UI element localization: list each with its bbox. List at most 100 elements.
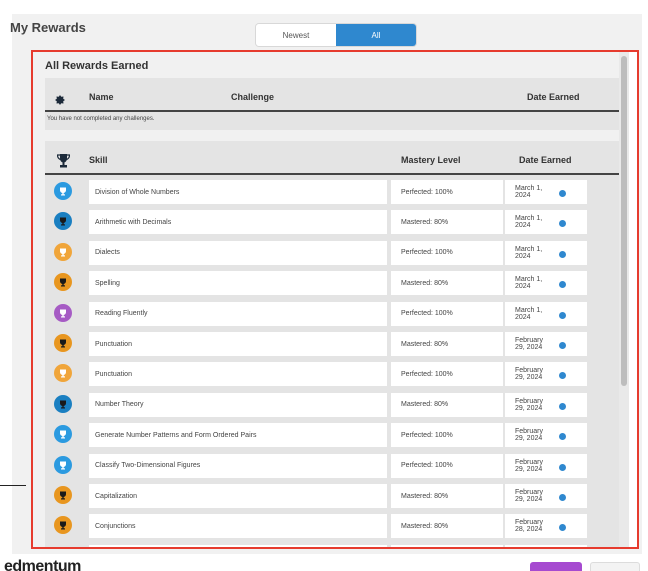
newest-button[interactable]: Newest	[256, 24, 336, 46]
reward-badge-icon	[54, 516, 72, 535]
info-icon[interactable]	[559, 494, 566, 501]
skill-name: Arithmetic with Decimals	[89, 210, 387, 235]
reward-badge-icon	[54, 212, 72, 231]
trophy-icon	[57, 154, 70, 168]
date-earned: February 29, 2024	[515, 337, 544, 351]
skill-name	[89, 544, 387, 547]
info-icon[interactable]	[559, 311, 566, 319]
brand-logo: edmentum	[4, 558, 81, 571]
skill-name: Number Theory	[89, 392, 387, 417]
info-icon[interactable]	[559, 190, 566, 197]
footer-button-secondary[interactable]	[590, 562, 640, 571]
page-title: My Rewards	[10, 20, 86, 35]
date-earned-cell: February 29, 2024	[505, 362, 587, 387]
date-earned: March 1, 2024	[515, 185, 543, 199]
reward-badge-icon	[54, 425, 72, 444]
date-earned: February 29, 2024	[515, 458, 544, 473]
mastery-level: Perfected: 100%	[391, 301, 503, 326]
info-icon[interactable]	[559, 402, 566, 410]
skill-name: Division of Whole Numbers	[89, 180, 387, 204]
mastery-level: Perfected: 100%	[391, 240, 503, 265]
divider	[0, 485, 26, 486]
table-row: Capitalization Mastered: 80% February 29, …	[45, 482, 621, 510]
reward-badge-icon	[54, 242, 72, 261]
mastery-level: Perfected: 100%	[391, 180, 503, 204]
skill-name: Spelling	[89, 271, 387, 296]
column-skill: Skill	[89, 155, 108, 165]
mastery-level: Mastered: 80%	[391, 484, 503, 508]
date-earned-cell: February 28, 2024	[505, 514, 587, 539]
rewards-content: All Rewards Earned Name Challenge Date E…	[33, 52, 629, 547]
footer-button[interactable]	[530, 562, 582, 571]
scrollbar[interactable]	[619, 52, 629, 547]
reward-badge-icon	[54, 486, 72, 504]
mastery-level	[391, 544, 503, 547]
date-earned: February 28, 2024	[515, 519, 544, 534]
skill-name: Punctuation	[89, 362, 387, 387]
column-challenge: Challenge	[231, 92, 275, 102]
challenges-table: Name Challenge Date Earned You have not …	[45, 78, 621, 130]
date-earned: March 1, 2024	[515, 215, 543, 230]
table-row: Conjunctions Mastered: 80% February 28, 20…	[45, 512, 621, 540]
column-date-earned: Date Earned	[519, 155, 572, 165]
mastery-level: Perfected: 100%	[391, 423, 503, 448]
table-row: February	[45, 543, 621, 547]
challenge-seal-icon	[55, 95, 65, 105]
date-earned: February 29, 2024	[515, 428, 544, 443]
column-date-earned: Date Earned	[527, 92, 580, 102]
table-row: Spelling Mastered: 80% March 1, 2024	[45, 269, 621, 297]
skills-table: Skill Mastery Level Date Earned Division…	[45, 141, 621, 547]
skills-header: Skill Mastery Level Date Earned	[45, 141, 621, 175]
mastery-level: Mastered: 80%	[391, 392, 503, 417]
date-earned-cell: March 1, 2024	[505, 180, 587, 204]
date-earned: March 1, 2024	[515, 306, 543, 321]
table-row: Punctuation Perfected: 100% February 29, 2…	[45, 360, 621, 388]
column-mastery-level: Mastery Level	[401, 155, 461, 165]
date-earned-cell: March 1, 2024	[505, 301, 587, 326]
rewards-highlight-frame: All Rewards Earned Name Challenge Date E…	[31, 50, 639, 549]
info-icon[interactable]	[559, 463, 566, 471]
reward-badge-icon	[54, 455, 72, 474]
scrollbar-thumb[interactable]	[621, 56, 627, 386]
reward-badge-icon	[54, 303, 72, 322]
table-row: Number Theory Mastered: 80% February 29, 2…	[45, 391, 621, 419]
date-earned-cell: February 29, 2024	[505, 484, 587, 508]
skill-name: Generate Number Patterns and Form Ordere…	[89, 423, 387, 448]
mastery-level: Perfected: 100%	[391, 362, 503, 387]
table-row: Punctuation Mastered: 80% February 29, 202…	[45, 330, 621, 358]
reward-badge-icon	[54, 182, 72, 200]
reward-badge-icon	[54, 334, 72, 352]
rewards-page: My Rewards Newest All All Rewards Earned…	[0, 0, 648, 571]
table-row: Dialects Perfected: 100% March 1, 2024	[45, 239, 621, 267]
section-title: All Rewards Earned	[45, 60, 149, 72]
date-earned: February 29, 2024	[515, 367, 544, 382]
skill-name: Reading Fluently	[89, 301, 387, 326]
reward-badge-icon	[54, 364, 72, 383]
skill-name: Dialects	[89, 240, 387, 265]
empty-challenges-message: You have not completed any challenges.	[47, 116, 155, 122]
info-icon[interactable]	[559, 342, 566, 349]
mastery-level: Mastered: 80%	[391, 514, 503, 539]
date-earned: March 1, 2024	[515, 245, 543, 260]
date-earned-cell: February 29, 2024	[505, 392, 587, 417]
date-earned-cell: February	[505, 544, 587, 547]
reward-badge-icon	[54, 546, 72, 547]
all-button[interactable]: All	[336, 24, 416, 46]
mastery-level: Perfected: 100%	[391, 453, 503, 478]
mastery-level: Mastered: 80%	[391, 271, 503, 296]
skill-name: Classify Two-Dimensional Figures	[89, 453, 387, 478]
column-name: Name	[89, 92, 114, 102]
challenges-header: Name Challenge Date Earned	[45, 78, 621, 112]
skill-name: Punctuation	[89, 332, 387, 356]
table-row: Classify Two-Dimensional Figures Perfecte…	[45, 452, 621, 480]
table-row: Arithmetic with Decimals Mastered: 80% Mar…	[45, 208, 621, 236]
skill-name: Conjunctions	[89, 514, 387, 539]
date-earned-cell: March 1, 2024	[505, 240, 587, 265]
date-earned: February 29, 2024	[515, 489, 544, 503]
date-earned-cell: March 1, 2024	[505, 271, 587, 296]
reward-badge-icon	[54, 273, 72, 292]
date-earned-cell: February 29, 2024	[505, 453, 587, 478]
mastery-level: Mastered: 80%	[391, 332, 503, 356]
info-icon[interactable]	[559, 250, 566, 258]
table-row: Generate Number Patterns and Form Ordere…	[45, 421, 621, 449]
